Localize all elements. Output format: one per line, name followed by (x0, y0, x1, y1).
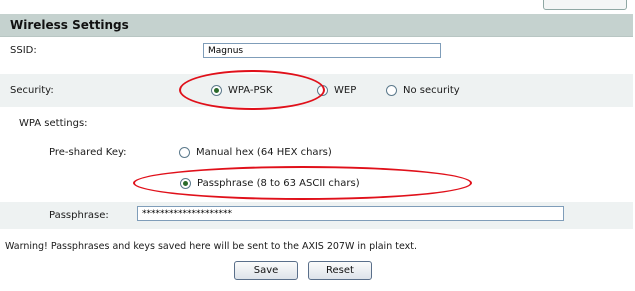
psk-label: Pre-shared Key: (49, 147, 127, 158)
passphrase-input[interactable] (137, 206, 564, 221)
warning-text: Warning! Passphrases and keys saved here… (5, 241, 418, 252)
save-button[interactable]: Save (234, 261, 298, 280)
radio-button[interactable] (386, 85, 397, 96)
passphrase-row: Passphrase: (0, 202, 633, 229)
passphrase-label: Passphrase: (49, 210, 109, 221)
security-option-no-security[interactable]: No security (386, 85, 460, 96)
top-button-edge[interactable] (543, 0, 627, 10)
section-title: Wireless Settings (10, 18, 129, 32)
reset-button[interactable]: Reset (308, 261, 372, 280)
security-label: Security: (10, 85, 54, 96)
psk-option-label: Manual hex (64 HEX chars) (196, 147, 332, 158)
highlight-ellipse-passphrase (133, 166, 472, 200)
highlight-ellipse-security (179, 70, 325, 110)
psk-option-manual-hex[interactable]: Manual hex (64 HEX chars) (179, 147, 332, 158)
ssid-input[interactable] (203, 43, 441, 58)
ssid-row: SSID: (0, 37, 633, 64)
security-option-label: No security (403, 85, 460, 96)
section-header: Wireless Settings (0, 14, 633, 37)
security-option-label: WEP (334, 85, 357, 96)
wpa-settings-label: WPA settings: (19, 118, 88, 129)
ssid-label: SSID: (10, 45, 37, 56)
top-strip (0, 0, 635, 11)
radio-button[interactable] (179, 147, 190, 158)
